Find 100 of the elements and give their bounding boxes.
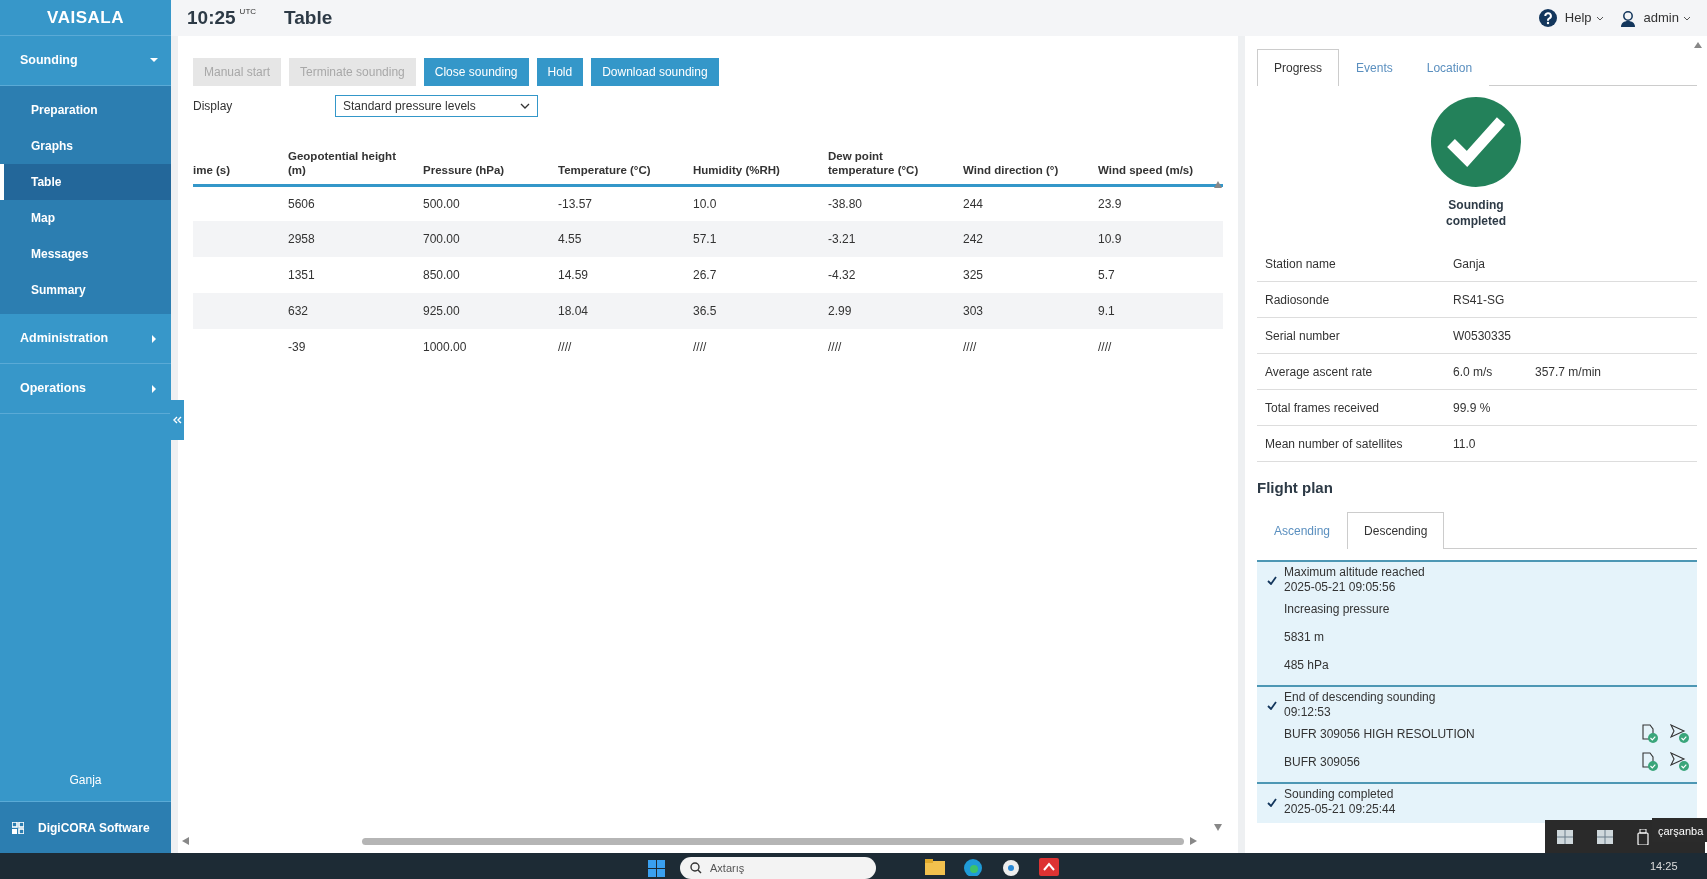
table-cell: 10.0 (693, 196, 717, 211)
start-icon[interactable] (648, 860, 665, 877)
chevron-down-icon (1683, 15, 1691, 21)
table-cell: 242 (963, 232, 984, 246)
column-header[interactable]: Pressure (hPa) (423, 163, 540, 178)
sidebar-item[interactable]: Preparation (0, 92, 171, 128)
message-name: BUFR 309056 HIGH RESOLUTION (1284, 725, 1476, 743)
table-cell: 1351 (288, 268, 315, 282)
event-detail: 5831 m (1284, 628, 1326, 646)
tab[interactable]: Progress (1257, 49, 1340, 86)
table-cell: 325 (963, 268, 984, 282)
help-icon (1538, 9, 1557, 27)
section-title: Flight plan (1257, 478, 1334, 499)
table-cell: 57.1 (693, 232, 717, 246)
send-check-icon (1670, 724, 1689, 744)
event-detail: 485 hPa (1284, 656, 1330, 674)
table-cell: //// (558, 340, 572, 354)
time-zone: UTC (239, 5, 257, 18)
table-cell: //// (828, 340, 842, 354)
table-cell: 5.7 (1098, 268, 1115, 282)
clock: 10:25 (187, 5, 236, 30)
search-field[interactable]: Axtarış (680, 857, 876, 879)
sidebar-item[interactable]: Graphs (0, 128, 171, 164)
app-icon[interactable] (1039, 858, 1059, 876)
page-title: Table (284, 5, 333, 30)
taskbar-clock[interactable]: 14:25 (1650, 858, 1678, 875)
table-cell: 303 (963, 304, 984, 318)
table-cell: 244 (963, 196, 984, 211)
event-time: 2025-05-21 09:25:44 (1284, 801, 1396, 817)
grid-icon[interactable] (1597, 829, 1613, 844)
sidebar-item[interactable]: Messages (0, 236, 171, 272)
table-cell: -39 (288, 340, 306, 354)
toolbar-button[interactable]: Close sounding (423, 58, 529, 86)
table-cell: //// (693, 340, 707, 354)
table-cell: 26.7 (693, 268, 717, 282)
table-cell: 18.04 (558, 304, 589, 318)
caret-right-icon (149, 383, 159, 394)
sidebar-item[interactable]: Summary (0, 272, 171, 308)
table-cell: 2.99 (828, 304, 852, 318)
help-menu[interactable]: Help (1538, 8, 1604, 28)
grid-icon[interactable] (1557, 829, 1573, 844)
horizontal-scrollbar[interactable] (182, 837, 1197, 846)
column-header[interactable]: Temperature (°C) (558, 163, 675, 178)
browser-icon[interactable] (963, 858, 983, 876)
sidebar-section[interactable]: Administration (0, 314, 171, 364)
column-header[interactable]: Geopotential height (m) (288, 148, 405, 178)
column-header[interactable]: Wind speed (m/s) (1098, 163, 1215, 178)
chat-icon[interactable] (1001, 858, 1021, 876)
table-cell: 23.9 (1098, 196, 1122, 211)
scrollbar-thumb[interactable] (362, 838, 1184, 845)
info-value: Ganja (1453, 255, 1487, 273)
sidebar-item[interactable]: Map (0, 200, 171, 236)
info-label: Total frames received (1265, 399, 1381, 417)
event-title: Sounding completed (1284, 786, 1395, 802)
tab[interactable]: Descending (1347, 511, 1445, 549)
event-title: End of descending sounding (1284, 689, 1436, 705)
info-label: Mean number of satellites (1265, 435, 1404, 453)
table-cell: 500.00 (423, 196, 460, 211)
send-check-icon (1670, 752, 1689, 772)
column-header[interactable]: Humidity (%RH) (693, 163, 810, 178)
tooltip-text: çarşanba (1652, 818, 1707, 842)
user-menu[interactable]: admin (1619, 8, 1691, 28)
info-value: W0530335 (1453, 327, 1513, 345)
column-header[interactable]: ime (s) (193, 163, 270, 178)
apps-icon[interactable] (12, 821, 24, 834)
table-cell: 4.55 (558, 232, 582, 246)
table-cell: -4.32 (828, 268, 856, 282)
toolbar-button[interactable]: Hold (536, 58, 584, 86)
table-cell: //// (1098, 340, 1112, 354)
message-name: BUFR 309056 (1284, 753, 1362, 771)
table-cell: -38.80 (828, 196, 863, 211)
file-check-icon (1641, 724, 1658, 744)
sidebar-item[interactable]: Table (0, 164, 171, 200)
event-time: 09:12:53 (1284, 704, 1332, 720)
usb-drive-icon[interactable] (1637, 828, 1649, 845)
toolbar-button[interactable]: Download sounding (591, 58, 719, 86)
folder-icon[interactable] (925, 858, 945, 876)
display-select[interactable]: Standard pressure levels (335, 95, 538, 117)
info-value: 99.9 % (1453, 399, 1492, 417)
user-icon (1619, 9, 1636, 27)
event-title: Maximum altitude reached (1284, 564, 1425, 580)
table-cell: 1000.00 (423, 340, 467, 354)
column-header[interactable]: Wind direction (°) (963, 163, 1080, 178)
scroll-up-icon[interactable] (1214, 181, 1222, 188)
scroll-left-icon[interactable] (182, 837, 189, 845)
table-cell: //// (963, 340, 977, 354)
scroll-right-icon[interactable] (1190, 837, 1197, 845)
file-check-icon (1641, 752, 1658, 772)
event-time: 2025-05-21 09:05:56 (1284, 579, 1397, 595)
info-label: Station name (1265, 255, 1337, 273)
info-value: 357.7 m/min (1535, 363, 1603, 381)
table-cell: 925.00 (423, 304, 460, 318)
scroll-down-icon[interactable] (1214, 824, 1222, 831)
column-header[interactable]: Dew point temperature (°C) (828, 148, 945, 178)
collapse-sidebar-button[interactable] (170, 400, 184, 440)
table-cell: 10.9 (1098, 232, 1122, 246)
table-cell: 850.00 (423, 268, 460, 282)
search-icon (690, 862, 702, 874)
double-chevron-left-icon[interactable] (172, 416, 182, 424)
scroll-up-icon[interactable] (1694, 42, 1702, 48)
